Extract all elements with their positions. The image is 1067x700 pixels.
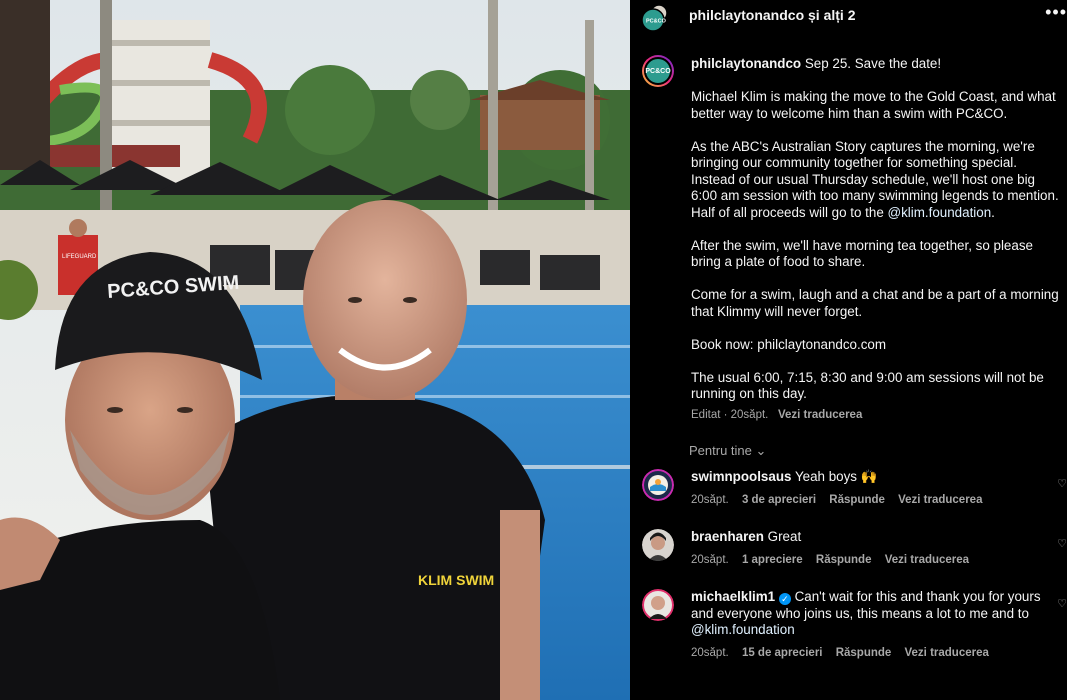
post-side-panel: PC&CO philclaytonandco și alți 2 ••• PC&…: [630, 0, 1067, 700]
comments-filter-label: Pentru tine: [689, 443, 752, 458]
caption-para-1: Michael Klim is making the move to the G…: [691, 89, 1056, 121]
caption-para-2: As the ABC's Australian Story captures t…: [691, 138, 1059, 220]
like-heart-icon[interactable]: ♡: [1057, 477, 1067, 490]
comment-likes[interactable]: 1 apreciere: [742, 554, 803, 566]
caption-para-5: Book now: philclaytonandco.com: [691, 336, 887, 352]
comment-meta: 20săpt. 1 apreciere Răspunde Vezi traduc…: [691, 552, 1063, 569]
post-photo[interactable]: LIFEGUARD KLIM SWIM PC&CO SWIM: [0, 0, 630, 700]
caption-first-line: Sep 25. Save the date!: [804, 56, 942, 71]
lifeguard-label: LIFEGUARD: [62, 254, 97, 260]
comment-time: 20săpt.: [691, 553, 729, 566]
more-options-icon[interactable]: •••: [1045, 2, 1067, 23]
author-username[interactable]: philclaytonandco: [691, 56, 801, 71]
comments-filter[interactable]: Pentru tine ⌄: [689, 443, 766, 459]
post-meta: Editat · 20săpt. Vezi traducerea: [691, 407, 1061, 424]
comment-meta: 20săpt. 3 de aprecieri Răspunde Vezi tra…: [691, 492, 1063, 509]
comment-text: Great: [767, 529, 802, 544]
caption-para-2-end: .: [991, 204, 995, 220]
chevron-down-icon: ⌄: [755, 443, 767, 458]
mention-link[interactable]: @klim.foundation: [888, 205, 992, 220]
mention-link[interactable]: @klim.foundation: [691, 622, 795, 637]
edited-time: Editat · 20săpt.: [691, 408, 769, 421]
see-translation-button[interactable]: Vezi traducerea: [778, 409, 862, 421]
post-header: PC&CO philclaytonandco și alți 2 •••: [630, 0, 1067, 36]
post-caption: philclaytonandco Sep 25. Save the date! …: [691, 56, 1061, 423]
like-heart-icon[interactable]: ♡: [1057, 537, 1067, 550]
comment-time: 20săpt.: [691, 493, 729, 506]
like-heart-icon[interactable]: ♡: [1057, 597, 1067, 610]
commenter-username[interactable]: swimnpoolsaus: [691, 469, 791, 484]
pool-selfie-image: LIFEGUARD KLIM SWIM PC&CO SWIM: [0, 0, 630, 700]
shirt-logo: KLIM SWIM: [418, 572, 494, 588]
svg-text:PC&CO: PC&CO: [646, 19, 667, 25]
comment-text: Yeah boys 🙌: [794, 469, 878, 484]
verified-badge-icon: ✓: [778, 593, 791, 605]
comment-likes[interactable]: 3 de aprecieri: [742, 494, 816, 506]
commenter-username[interactable]: michaelklim1: [691, 589, 775, 604]
commenter-avatar[interactable]: [642, 529, 674, 561]
author-avatar[interactable]: PC&CO: [642, 55, 674, 87]
stacked-avatars[interactable]: PC&CO: [642, 4, 670, 32]
see-translation-button[interactable]: Vezi traducerea: [905, 647, 989, 659]
commenter-username[interactable]: braenharen: [691, 529, 764, 544]
header-title[interactable]: philclaytonandco și alți 2: [689, 7, 855, 23]
commenter-avatar[interactable]: [642, 469, 674, 501]
reply-button[interactable]: Răspunde: [829, 494, 885, 506]
author-avatar-logo: PC&CO: [644, 57, 672, 85]
see-translation-button[interactable]: Vezi traducerea: [885, 554, 969, 566]
caption-para-4: Come for a swim, laugh and a chat and be…: [691, 287, 1059, 319]
commenter-avatar[interactable]: [642, 589, 674, 621]
see-translation-button[interactable]: Vezi traducerea: [898, 494, 982, 506]
reply-button[interactable]: Răspunde: [836, 647, 892, 659]
caption-para-6: The usual 6:00, 7:15, 8:30 and 9:00 am s…: [691, 369, 1044, 402]
comment-meta: 20săpt. 15 de aprecieri Răspunde Vezi tr…: [691, 645, 1063, 662]
reply-button[interactable]: Răspunde: [816, 554, 872, 566]
caption-para-3: After the swim, we'll have morning tea t…: [691, 237, 1033, 270]
comment-likes[interactable]: 15 de aprecieri: [742, 647, 823, 659]
comment-time: 20săpt.: [691, 646, 729, 659]
